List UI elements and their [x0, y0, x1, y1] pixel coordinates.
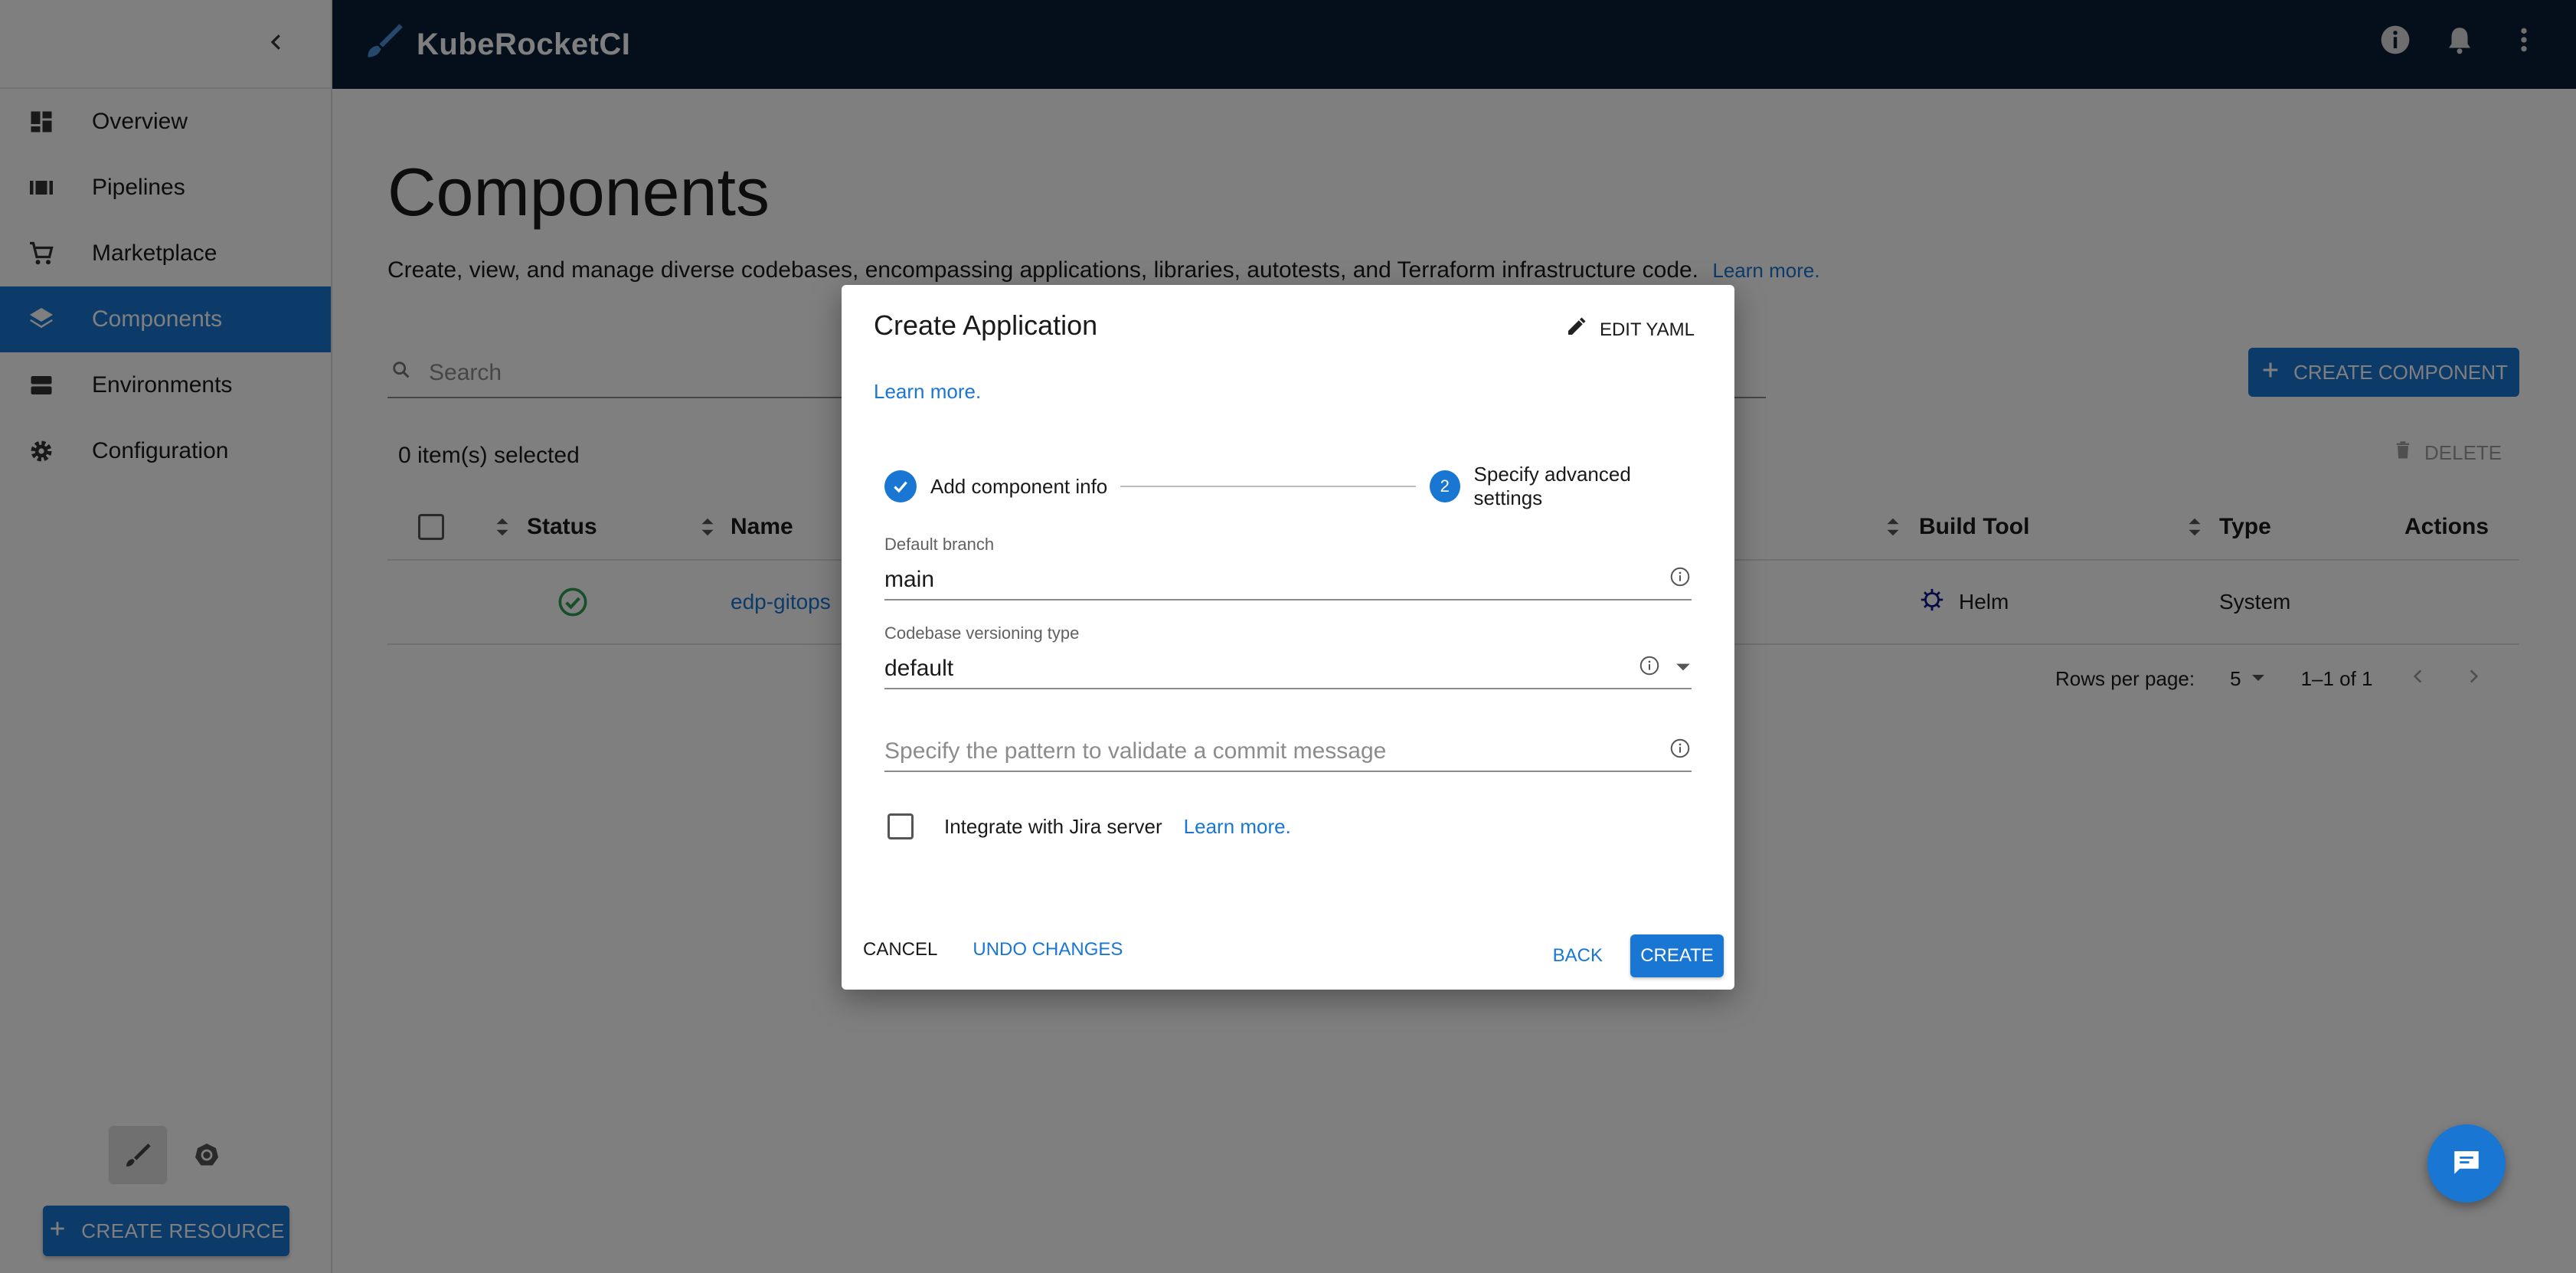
stepper: Add component info 2 Specify advanced se… — [884, 463, 1692, 509]
cancel-button[interactable]: CANCEL — [863, 939, 937, 960]
info-outline-icon[interactable] — [1669, 565, 1692, 594]
chat-fab-button[interactable] — [2427, 1124, 2506, 1203]
step-add-component-info[interactable]: Add component info — [884, 469, 1107, 504]
dialog-actions-right: BACK CREATE — [1553, 934, 1724, 977]
default-branch-label: Default branch — [884, 535, 995, 554]
default-branch-value: main — [884, 567, 935, 592]
commit-pattern-input[interactable]: Specify the pattern to validate a commit… — [884, 732, 1692, 772]
edit-yaml-label: EDIT YAML — [1599, 319, 1695, 340]
edit-yaml-button[interactable]: EDIT YAML — [1564, 316, 1695, 344]
step-specify-advanced-settings[interactable]: 2 Specify advanced settings — [1430, 463, 1692, 509]
create-button[interactable]: CREATE — [1630, 934, 1724, 977]
commit-pattern-field: Specify the pattern to validate a commit… — [884, 732, 1692, 772]
versioning-type-select[interactable]: default — [884, 650, 1692, 689]
step-label: Specify advanced settings — [1473, 463, 1631, 509]
chat-icon — [2450, 1146, 2483, 1182]
create-application-dialog: Create Application EDIT YAML Learn more.… — [842, 285, 1734, 990]
step-connector — [1120, 486, 1416, 487]
default-branch-input[interactable]: main — [884, 561, 1692, 601]
jira-label: Integrate with Jira server — [944, 814, 1162, 838]
jira-checkbox[interactable] — [888, 813, 914, 839]
check-icon — [884, 470, 917, 502]
dialog-actions-left: CANCEL UNDO CHANGES — [863, 939, 1123, 960]
step-number: 2 — [1430, 470, 1460, 502]
versioning-type-label: Codebase versioning type — [884, 623, 1080, 643]
undo-changes-button[interactable]: UNDO CHANGES — [973, 939, 1123, 960]
dialog-title: Create Application — [874, 309, 1098, 341]
jira-integration-row: Integrate with Jira server Learn more. — [888, 813, 1291, 839]
dialog-learn-more-link[interactable]: Learn more. — [874, 380, 981, 404]
versioning-type-value: default — [884, 656, 954, 681]
jira-learn-more-link[interactable]: Learn more. — [1184, 815, 1291, 839]
pencil-icon — [1564, 316, 1587, 344]
info-outline-icon[interactable] — [1669, 737, 1692, 766]
default-branch-field: Default branch main — [884, 535, 1692, 601]
versioning-type-field: Codebase versioning type default — [884, 623, 1692, 689]
back-button[interactable]: BACK — [1553, 945, 1603, 967]
info-outline-icon[interactable] — [1638, 654, 1661, 683]
commit-pattern-placeholder: Specify the pattern to validate a commit… — [884, 738, 1387, 764]
caret-down-icon — [1675, 656, 1692, 682]
step-label: Add component info — [930, 474, 1108, 498]
